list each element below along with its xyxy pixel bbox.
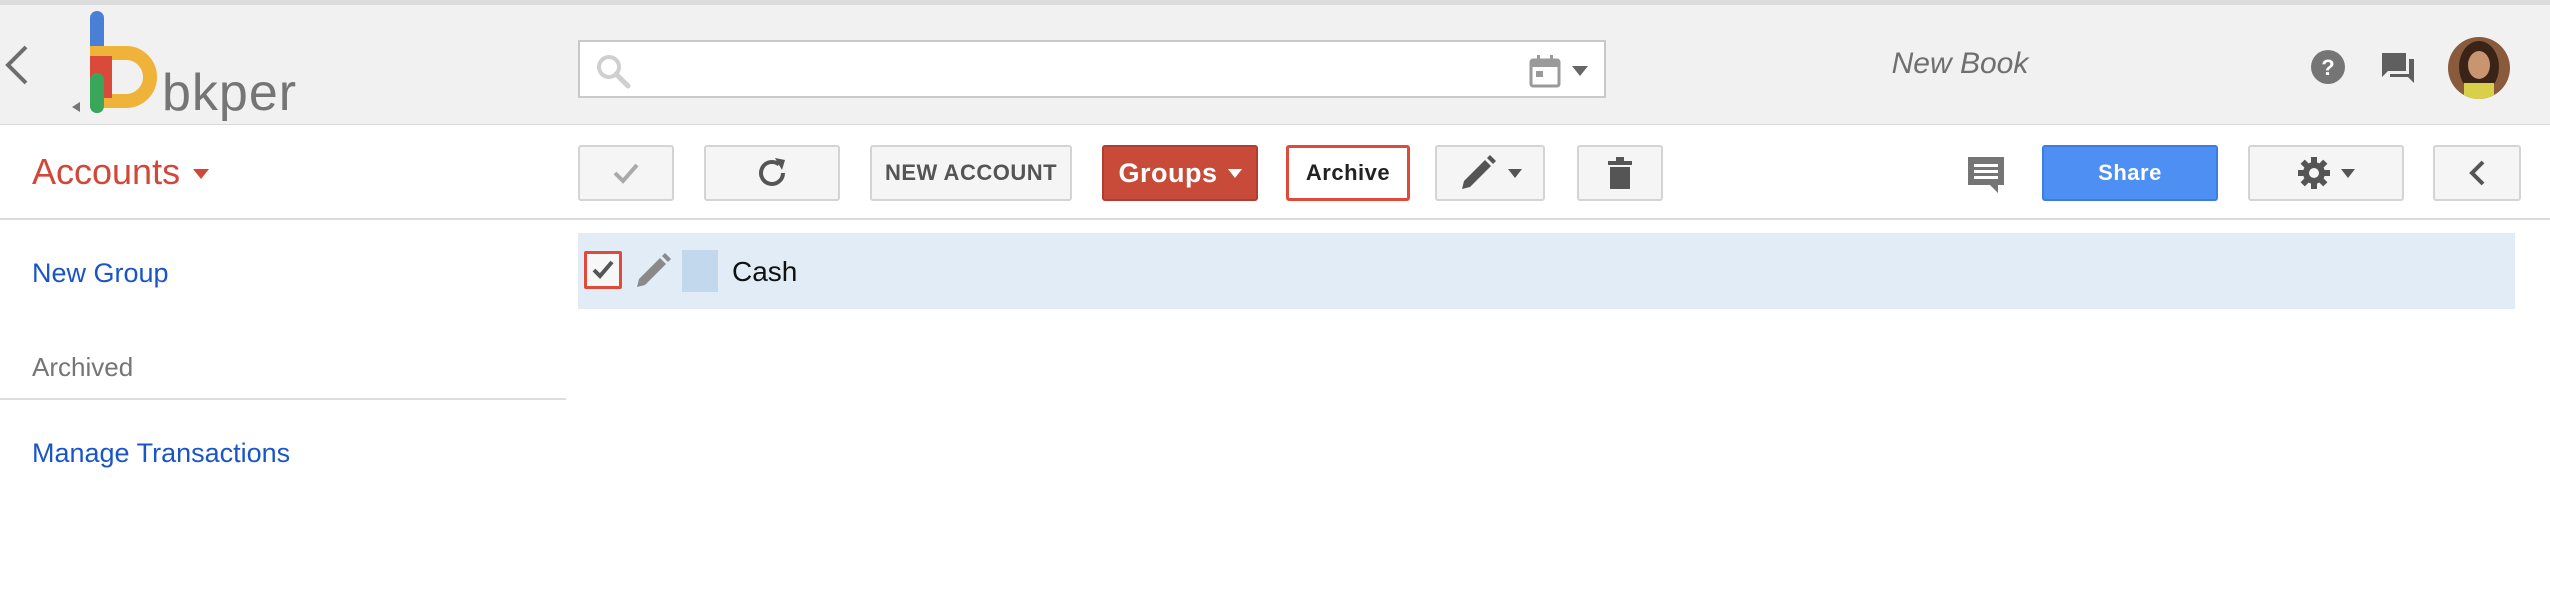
chat-icon[interactable] bbox=[2380, 51, 2416, 85]
chevron-down-icon bbox=[2341, 168, 2355, 178]
chevron-left-icon bbox=[2469, 160, 2485, 186]
share-label: Share bbox=[2098, 160, 2162, 185]
share-button[interactable]: Share bbox=[2042, 145, 2218, 201]
archive-label: Archive bbox=[1305, 160, 1391, 185]
logo-text: bkper bbox=[162, 64, 298, 122]
comment-icon[interactable] bbox=[1966, 155, 2006, 195]
sidebar-divider bbox=[0, 398, 566, 400]
new-group-link[interactable]: New Group bbox=[32, 258, 169, 289]
new-account-button[interactable]: NEW ACCOUNT bbox=[870, 145, 1072, 201]
chevron-down-icon bbox=[1227, 168, 1242, 178]
edit-button[interactable] bbox=[1435, 145, 1545, 201]
calendar-icon[interactable] bbox=[1528, 54, 1562, 88]
avatar-image bbox=[2448, 37, 2510, 99]
account-color-swatch bbox=[682, 250, 718, 292]
chevron-down-icon bbox=[1508, 168, 1522, 178]
pencil-icon[interactable] bbox=[634, 249, 674, 291]
groups-button[interactable]: Groups bbox=[1102, 145, 1258, 201]
groups-label: Groups bbox=[1118, 157, 1218, 188]
sidebar: New Group Archived Manage Transactions bbox=[0, 222, 566, 596]
manage-transactions-link[interactable]: Manage Transactions bbox=[32, 438, 290, 469]
delete-button[interactable] bbox=[1577, 145, 1663, 201]
top-header: bkper New Book ? bbox=[0, 0, 2550, 125]
search-bar[interactable] bbox=[578, 40, 1606, 98]
account-row-checkbox[interactable] bbox=[584, 251, 622, 289]
new-account-label: NEW ACCOUNT bbox=[884, 160, 1058, 185]
toolbar: Accounts NEW ACCOUNT Groups Archive Shar… bbox=[0, 125, 2550, 220]
check-icon bbox=[592, 260, 614, 279]
select-all-button[interactable] bbox=[578, 145, 674, 201]
chevron-down-icon[interactable] bbox=[1572, 66, 1588, 76]
section-title-accounts[interactable]: Accounts bbox=[32, 151, 180, 193]
trash-icon bbox=[1608, 157, 1632, 189]
collapse-button[interactable] bbox=[2433, 145, 2521, 201]
pencil-icon bbox=[1462, 155, 1496, 189]
avatar[interactable] bbox=[2448, 37, 2510, 99]
account-name[interactable]: Cash bbox=[732, 256, 797, 288]
refresh-icon bbox=[759, 158, 785, 186]
settings-button[interactable] bbox=[2248, 145, 2404, 201]
back-icon[interactable] bbox=[2, 41, 32, 89]
book-name[interactable]: New Book bbox=[1870, 47, 2050, 81]
search-input[interactable] bbox=[642, 50, 1542, 88]
refresh-button[interactable] bbox=[704, 145, 840, 201]
help-icon[interactable]: ? bbox=[2310, 49, 2346, 85]
gear-icon bbox=[2298, 157, 2330, 189]
check-icon bbox=[613, 163, 639, 184]
account-row[interactable]: Cash bbox=[578, 233, 2515, 309]
archived-heading: Archived bbox=[32, 352, 134, 382]
chevron-down-icon[interactable] bbox=[193, 169, 209, 179]
svg-text:?: ? bbox=[2321, 55, 2334, 80]
search-icon bbox=[597, 55, 631, 89]
archive-button[interactable]: Archive bbox=[1286, 145, 1410, 201]
